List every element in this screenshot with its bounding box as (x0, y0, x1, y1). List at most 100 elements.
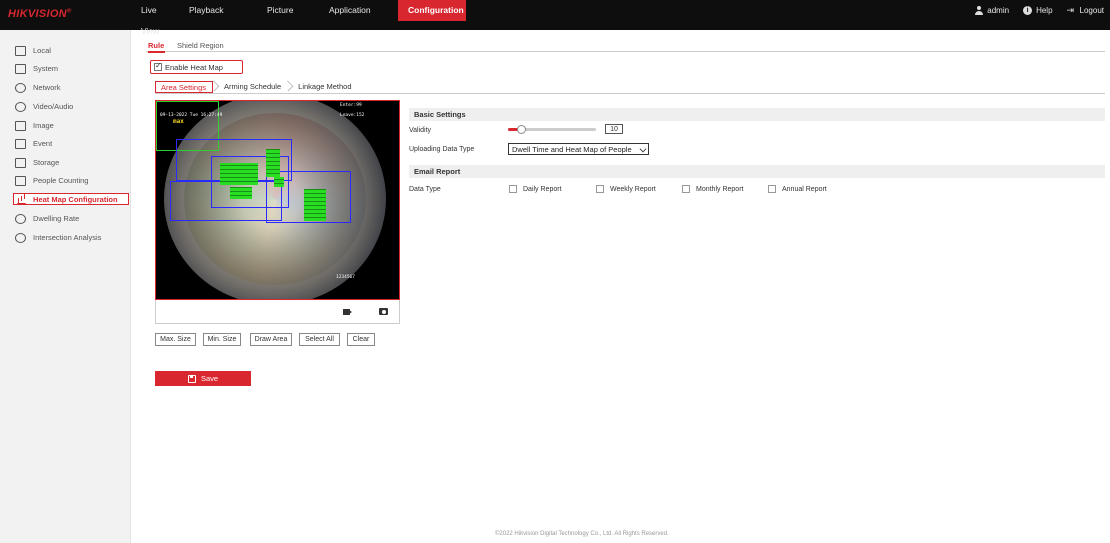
uploading-data-type-label: Uploading Data Type (409, 146, 475, 153)
sidebar-item-label: System (33, 64, 59, 73)
sidebar-item-label: Video/Audio (33, 102, 74, 111)
sidebar-item-label: Local (33, 46, 51, 55)
select-value: Dwell Time and Heat Map of People (512, 145, 632, 154)
sidebar-item-label: Dwelling Rate (33, 214, 80, 223)
video-audio-icon (15, 101, 26, 112)
sidebar-item-intersection-analysis[interactable]: Intersection Analysis (15, 231, 101, 244)
sidebar-item-image[interactable]: Image (15, 119, 54, 132)
slider-handle[interactable] (517, 125, 527, 134)
validity-slider[interactable] (508, 125, 596, 134)
checkbox-icon (509, 185, 517, 193)
save-button[interactable]: Save (155, 371, 251, 386)
step-tabs: Area Settings Arming Schedule Linkage Me… (155, 81, 358, 93)
live-video-view[interactable]: 09-13-2022 Tue 16:27:49 max Enter:99 Lea… (155, 100, 400, 300)
sidebar-item-dwelling-rate[interactable]: Dwelling Rate (15, 212, 79, 225)
storage-icon (15, 157, 26, 168)
sidebar-item-local[interactable]: Local (15, 44, 51, 57)
save-icon (187, 374, 196, 383)
bar-chart-icon (17, 195, 26, 204)
people-counting-icon (15, 175, 26, 186)
clear-button[interactable]: Clear (347, 333, 375, 346)
sidebar-item-label: Image (33, 121, 54, 130)
heat-block (220, 163, 258, 185)
record-icon[interactable] (343, 307, 353, 316)
tab-underline (148, 51, 165, 53)
enable-heat-map-checkbox[interactable]: Enable Heat Map (150, 60, 243, 74)
tab-shield-region[interactable]: Shield Region (177, 41, 224, 50)
step-linkage-method[interactable]: Linkage Method (293, 81, 357, 93)
brand-logo: HIKVISION® (8, 8, 72, 20)
copyright-footer: ©2022 Hikvision Digital Technology Co., … (495, 531, 669, 537)
user-menu[interactable]: admin (974, 6, 1009, 15)
osd-watermark: 1234567 (336, 275, 355, 280)
sidebar-item-label: People Counting (33, 176, 89, 185)
annual-report-label: Annual Report (782, 185, 827, 193)
monitor-icon (15, 45, 26, 56)
enable-heat-map-label: Enable Heat Map (165, 62, 223, 72)
nav-picture[interactable]: Picture (257, 0, 319, 21)
checkbox-icon (596, 185, 604, 193)
steps-divider (155, 93, 1105, 94)
save-label: Save (200, 374, 219, 383)
sidebar-item-storage[interactable]: Storage (15, 156, 59, 169)
email-report-header: Email Report (409, 165, 1105, 178)
heat-block (266, 149, 280, 177)
data-type-label: Data Type (409, 186, 441, 193)
daily-report-checkbox[interactable]: Daily Report (509, 185, 562, 193)
select-all-button[interactable]: Select All (299, 333, 340, 346)
tab-rule[interactable]: Rule (148, 41, 164, 50)
username: admin (987, 6, 1010, 15)
sidebar-item-label: Storage (33, 158, 60, 167)
step-area-settings[interactable]: Area Settings (155, 81, 214, 93)
nav-playback[interactable]: Playback (179, 0, 257, 21)
main-nav: Live View Playback Picture Application C… (131, 0, 466, 36)
intersection-icon (15, 232, 26, 243)
sidebar-item-label: Event (33, 139, 53, 148)
validity-label: Validity (409, 127, 432, 134)
sidebar-item-system[interactable]: System (15, 62, 58, 75)
sidebar-item-label: Network (33, 83, 61, 92)
globe-icon (15, 82, 26, 93)
user-icon (974, 6, 983, 15)
checkbox-icon (154, 61, 162, 71)
osd-leave-count: Leave:152 (340, 113, 365, 118)
logout-link[interactable]: ⇥ Logout (1066, 5, 1104, 16)
help-link[interactable]: i Help (1023, 6, 1053, 15)
calendar-icon (15, 138, 26, 149)
video-toolbar (155, 300, 400, 324)
checkbox-icon (768, 185, 776, 193)
nav-configuration[interactable]: Configuration (398, 0, 466, 21)
top-right-menu: admin i Help ⇥ Logout (974, 0, 1104, 21)
nav-application[interactable]: Application (319, 0, 398, 21)
sidebar-item-label: Intersection Analysis (33, 233, 102, 242)
help-icon: i (1023, 6, 1033, 15)
daily-report-label: Daily Report (523, 185, 562, 193)
min-size-button[interactable]: Min. Size (203, 333, 241, 346)
sidebar-item-event[interactable]: Event (15, 137, 52, 150)
image-icon (15, 120, 26, 131)
sidebar-item-label: Heat Map Configuration (33, 194, 118, 204)
system-icon (15, 63, 26, 74)
weekly-report-checkbox[interactable]: Weekly Report (596, 185, 656, 193)
step-arming-schedule[interactable]: Arming Schedule (219, 81, 287, 93)
osd-enter-count: Enter:99 (340, 103, 362, 108)
validity-value-field[interactable]: 10 (605, 124, 623, 134)
monthly-report-checkbox[interactable]: Monthly Report (682, 185, 743, 193)
logout-icon: ⇥ (1066, 5, 1075, 15)
dwelling-icon (15, 213, 26, 224)
heat-block (274, 177, 284, 187)
sidebar-item-video-audio[interactable]: Video/Audio (15, 100, 73, 113)
annual-report-checkbox[interactable]: Annual Report (768, 185, 827, 193)
checkbox-icon (682, 185, 690, 193)
weekly-report-label: Weekly Report (610, 185, 656, 193)
sidebar-item-heat-map-configuration[interactable]: Heat Map Configuration (13, 193, 129, 205)
nav-live-view[interactable]: Live View (131, 0, 179, 36)
max-size-button[interactable]: Max. Size (155, 333, 196, 346)
uploading-data-type-select[interactable]: Dwell Time and Heat Map of People (508, 143, 649, 155)
monthly-report-label: Monthly Report (696, 185, 744, 193)
sidebar-item-people-counting[interactable]: People Counting (15, 174, 88, 187)
snapshot-icon[interactable] (379, 307, 389, 316)
draw-area-button[interactable]: Draw Area (250, 333, 292, 346)
sidebar-item-network[interactable]: Network (15, 81, 61, 94)
logout-label: Logout (1079, 6, 1104, 15)
